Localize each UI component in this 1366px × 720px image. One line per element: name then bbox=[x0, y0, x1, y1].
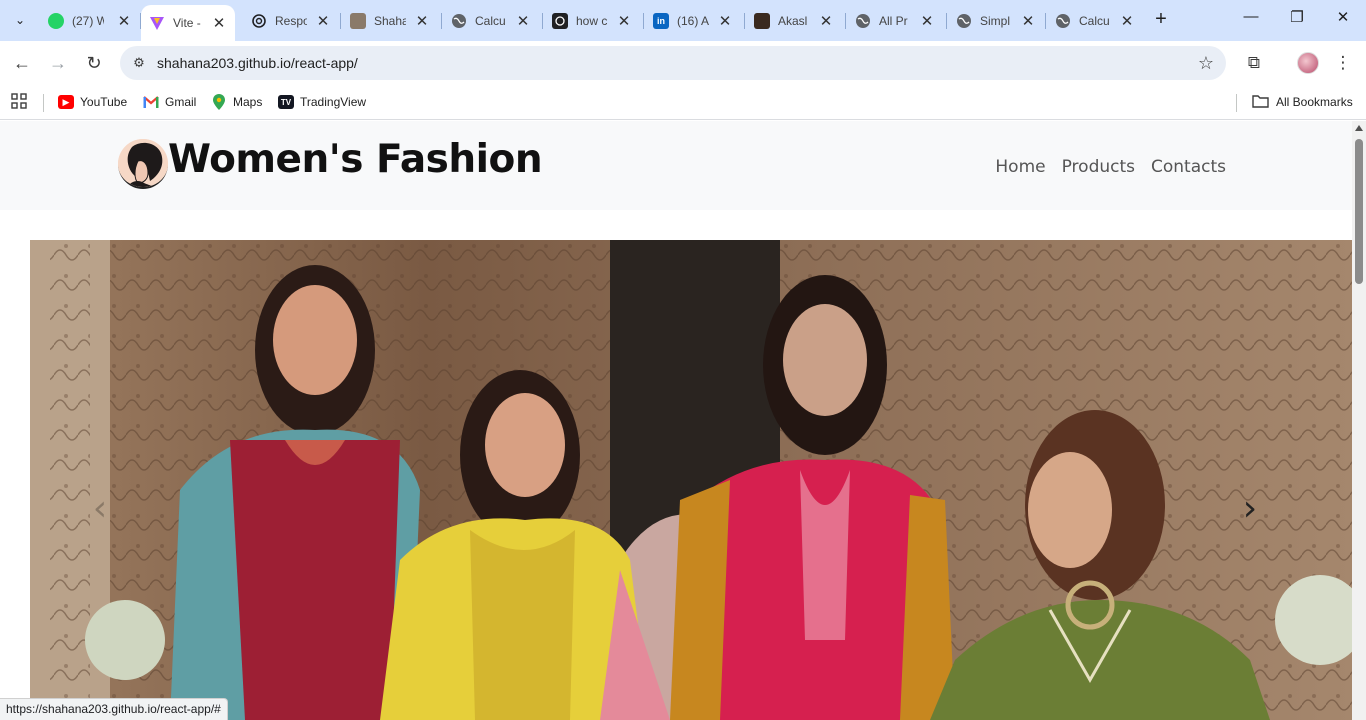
browser-tab[interactable]: All Pr ✕ bbox=[847, 6, 943, 35]
carousel-next-button[interactable]: › bbox=[1235, 489, 1265, 529]
globe-icon bbox=[451, 13, 467, 29]
folder-icon bbox=[1252, 94, 1269, 111]
bookmark-maps[interactable]: Maps bbox=[211, 93, 262, 111]
close-tab-icon[interactable]: ✕ bbox=[818, 12, 834, 30]
brand-title[interactable]: Women's Fashion bbox=[168, 137, 543, 182]
scroll-thumb[interactable] bbox=[1355, 139, 1363, 284]
close-tab-icon[interactable]: ✕ bbox=[414, 12, 430, 30]
bookmark-tradingview[interactable]: TV TradingView bbox=[278, 93, 366, 111]
bookmark-star-icon[interactable]: ☆ bbox=[1198, 53, 1214, 74]
minimize-icon: — bbox=[1243, 8, 1259, 25]
status-url-bubble: https://shahana203.github.io/react-app/# bbox=[0, 698, 228, 720]
reload-icon: ↻ bbox=[86, 53, 102, 73]
arrow-right-icon: → bbox=[49, 53, 67, 73]
bookmark-youtube[interactable]: ▶ YouTube bbox=[58, 93, 127, 111]
close-tab-icon[interactable]: ✕ bbox=[616, 12, 632, 30]
openai-icon bbox=[251, 13, 267, 29]
page-scrollbar[interactable] bbox=[1352, 121, 1366, 720]
address-bar[interactable]: ⚙ shahana203.github.io/react-app/ ☆ bbox=[120, 46, 1226, 80]
github-avatar-icon bbox=[350, 12, 366, 29]
puzzle-icon: ⧉ bbox=[1247, 53, 1261, 72]
close-tab-icon[interactable]: ✕ bbox=[1020, 12, 1036, 30]
web-page: Women's Fashion Home Products Contacts ‹… bbox=[0, 121, 1352, 720]
extensions-button[interactable]: ⧉ bbox=[1242, 51, 1266, 75]
browser-tab[interactable]: Shaha ✕ bbox=[342, 6, 438, 35]
browser-tab[interactable]: Calcu ✕ bbox=[443, 6, 539, 35]
site-info-icon[interactable]: ⚙ bbox=[130, 54, 148, 72]
globe-icon bbox=[1055, 13, 1071, 29]
hero-carousel-image bbox=[30, 240, 1352, 720]
close-tab-icon[interactable]: ✕ bbox=[1119, 12, 1135, 30]
menu-button[interactable]: ⋮ bbox=[1331, 51, 1355, 75]
close-tab-icon[interactable]: ✕ bbox=[515, 12, 531, 30]
close-icon: ✕ bbox=[1336, 9, 1350, 26]
browser-tab[interactable]: Akasl ✕ bbox=[746, 6, 842, 35]
profile-icon bbox=[754, 12, 770, 29]
scroll-up-arrow-icon[interactable] bbox=[1355, 125, 1363, 131]
apps-button[interactable] bbox=[11, 92, 27, 112]
site-navbar: Women's Fashion Home Products Contacts bbox=[0, 121, 1352, 210]
browser-tab[interactable]: Calcu ✕ bbox=[1047, 6, 1143, 35]
back-button[interactable]: ← bbox=[10, 51, 34, 75]
close-tab-icon[interactable]: ✕ bbox=[116, 12, 132, 30]
reload-button[interactable]: ↻ bbox=[82, 51, 106, 75]
nav-link-contacts[interactable]: Contacts bbox=[1151, 157, 1226, 177]
chevron-right-icon: › bbox=[1242, 488, 1258, 529]
gmail-icon bbox=[143, 95, 159, 109]
browser-tab-active[interactable]: Vite - ✕ bbox=[141, 5, 235, 41]
arrow-left-icon: ← bbox=[13, 53, 31, 73]
browser-tab[interactable]: in (16) A ✕ bbox=[645, 6, 741, 35]
bookmark-gmail[interactable]: Gmail bbox=[143, 93, 196, 111]
bookmarks-bar: ▶ YouTube Gmail Maps TV TradingView All … bbox=[0, 84, 1366, 120]
site-nav-links: Home Products Contacts bbox=[995, 157, 1226, 177]
tab-search-button[interactable]: ⌄ bbox=[6, 6, 34, 34]
vite-icon bbox=[149, 15, 165, 31]
carousel-prev-button[interactable]: ‹ bbox=[85, 489, 115, 529]
brand-logo[interactable] bbox=[118, 139, 168, 189]
browser-tab[interactable]: Respo ✕ bbox=[243, 6, 339, 35]
plus-icon: + bbox=[1155, 8, 1167, 30]
globe-icon bbox=[956, 13, 972, 29]
maps-pin-icon bbox=[211, 94, 227, 110]
browser-tab[interactable]: (27) W ✕ bbox=[40, 6, 140, 35]
chevron-down-icon: ⌄ bbox=[14, 13, 26, 27]
nav-link-products[interactable]: Products bbox=[1062, 157, 1135, 177]
close-tab-icon[interactable]: ✕ bbox=[919, 12, 935, 30]
close-tab-icon[interactable]: ✕ bbox=[315, 12, 331, 30]
nav-link-home[interactable]: Home bbox=[995, 157, 1045, 177]
close-tab-icon[interactable]: ✕ bbox=[211, 14, 227, 32]
tab-strip: ⌄ (27) W ✕ Vite - ✕ Respo ✕ Shaha ✕ Calc… bbox=[0, 0, 1366, 41]
forward-button[interactable]: → bbox=[46, 51, 70, 75]
url-text[interactable]: shahana203.github.io/react-app/ bbox=[157, 55, 358, 71]
all-bookmarks-button[interactable]: All Bookmarks bbox=[1252, 93, 1353, 111]
browser-tab[interactable]: Simpl ✕ bbox=[948, 6, 1044, 35]
profile-avatar[interactable] bbox=[1297, 52, 1319, 74]
close-tab-icon[interactable]: ✕ bbox=[717, 12, 733, 30]
tradingview-icon: TV bbox=[278, 95, 294, 109]
close-window-button[interactable]: ✕ bbox=[1323, 8, 1363, 26]
linkedin-icon: in bbox=[653, 12, 669, 29]
browser-tab[interactable]: how c ✕ bbox=[544, 6, 640, 35]
new-tab-button[interactable]: + bbox=[1150, 8, 1172, 31]
restore-button[interactable]: ❐ bbox=[1277, 8, 1317, 26]
restore-icon: ❐ bbox=[1290, 9, 1304, 26]
youtube-icon: ▶ bbox=[58, 95, 74, 109]
minimize-button[interactable]: — bbox=[1231, 8, 1271, 25]
globe-icon bbox=[855, 13, 871, 29]
apps-grid-icon bbox=[11, 92, 27, 112]
whatsapp-icon bbox=[48, 12, 64, 29]
github-icon bbox=[552, 12, 568, 29]
browser-toolbar: ← → ↻ ⚙ shahana203.github.io/react-app/ … bbox=[0, 41, 1366, 84]
kebab-menu-icon: ⋮ bbox=[1334, 53, 1352, 72]
chevron-left-icon: ‹ bbox=[92, 488, 108, 529]
